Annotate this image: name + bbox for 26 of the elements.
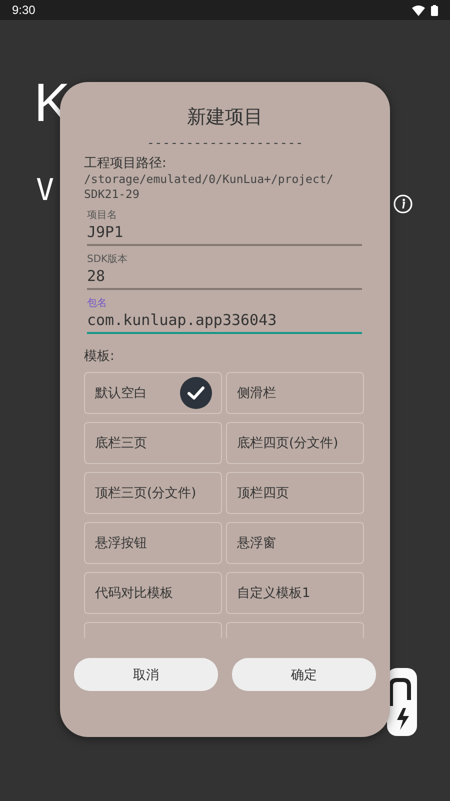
template-option[interactable]: 底栏三页 [84,422,222,464]
template-option[interactable]: 顶栏三页(分文件) [84,472,222,514]
text-field[interactable]: 项目名 J9P1 [87,210,362,246]
template-option[interactable]: 顶栏四页 [226,472,364,514]
template-option[interactable]: 底栏四页(分文件) [226,422,364,464]
confirm-button[interactable]: 确定 [232,658,376,691]
clock-time: 9:30 [12,3,36,17]
battery-icon [431,4,438,16]
templates-label: 模板: [84,348,116,366]
template-option[interactable]: 悬浮按钮 [84,522,222,564]
path-text: /storage/emulated/0/KunLua+/project/ SDK21-29 [84,172,334,202]
path-label: 工程项目路径: [84,156,168,172]
app-icon[interactable] [387,668,417,736]
wifi-icon [412,4,425,16]
version-text: V [36,176,54,206]
text-field[interactable]: SDK版本 28 [87,254,362,290]
template-option[interactable]: 侧滑栏 [226,372,364,414]
template-option[interactable]: 代码对比模板 [84,572,222,614]
text-field[interactable]: 包名 com.kunluap.app336043 [87,298,362,334]
template-option[interactable]: 自定义模板1 [226,572,364,614]
dashed-divider: -------------------- [146,136,304,152]
cancel-button[interactable]: 取消 [74,658,218,691]
template-option[interactable]: 默认空白 [84,372,222,414]
info-icon[interactable] [393,194,413,214]
dialog-title: 新建项目 [186,105,264,130]
template-option[interactable]: 悬浮窗 [226,522,364,564]
